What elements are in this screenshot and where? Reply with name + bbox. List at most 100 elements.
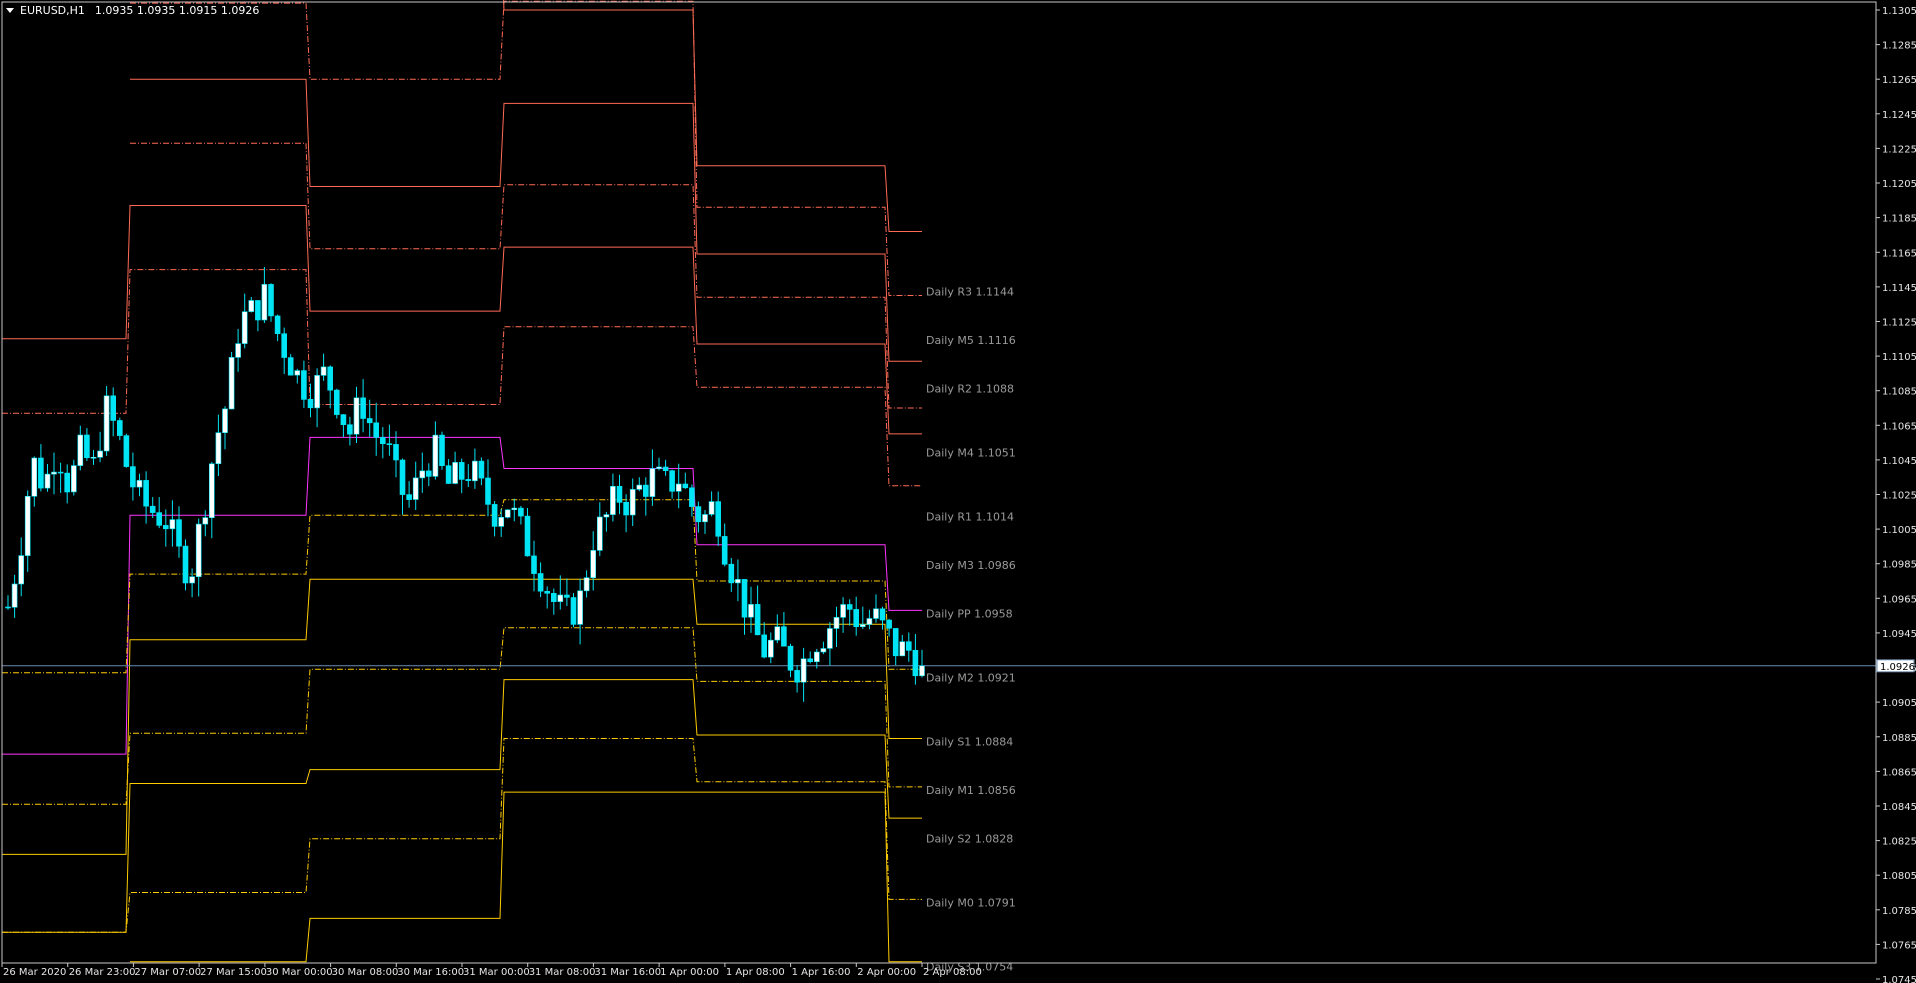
candle-body xyxy=(215,432,222,465)
candle-body xyxy=(741,579,748,618)
candle-body xyxy=(241,311,248,344)
candle-body xyxy=(103,395,110,452)
candle-body xyxy=(419,470,426,479)
candle-body xyxy=(77,434,84,466)
y-tick-label: 1.1025 xyxy=(1882,491,1916,502)
x-tick-label: 26 Mar 23:00 xyxy=(69,967,136,978)
candle-body xyxy=(761,634,768,658)
candle-body xyxy=(642,484,649,497)
y-tick-label: 1.1285 xyxy=(1882,41,1916,52)
symbol-label: EURUSD,H1 xyxy=(20,4,85,17)
candle-body xyxy=(340,414,347,426)
candle-body xyxy=(511,507,518,511)
x-tick-label: 30 Mar 08:00 xyxy=(332,967,399,978)
level-label-m4: Daily M4 1.1051 xyxy=(926,447,1016,460)
x-tick-label: 1 Apr 08:00 xyxy=(726,967,785,978)
candle-body xyxy=(90,456,97,459)
candle-body xyxy=(774,626,781,641)
chart-header: EURUSD,H1 1.0935 1.0935 1.0915 1.0926 xyxy=(6,4,259,17)
candle-body xyxy=(813,651,820,662)
candle-body xyxy=(366,418,373,424)
candle-body xyxy=(11,583,18,608)
candle-body xyxy=(550,592,557,602)
candle-body xyxy=(610,485,616,515)
candle-body xyxy=(287,357,294,376)
candle-body xyxy=(583,577,590,592)
candle-body xyxy=(577,590,583,625)
candle-body xyxy=(682,483,689,489)
y-tick-label: 1.1085 xyxy=(1882,387,1916,398)
candle-body xyxy=(603,514,610,518)
x-tick-label: 27 Mar 15:00 xyxy=(200,967,267,978)
candle-body xyxy=(866,618,873,625)
candle-body xyxy=(97,450,103,458)
candle-body xyxy=(669,470,675,492)
y-tick-label: 1.1205 xyxy=(1882,179,1916,190)
candle-body xyxy=(399,459,406,495)
candle-body xyxy=(629,489,636,516)
y-tick-label: 1.0965 xyxy=(1882,594,1916,605)
y-tick-label: 1.0845 xyxy=(1882,802,1916,813)
y-tick-label: 1.0805 xyxy=(1882,871,1916,882)
x-tick-label: 31 Mar 00:00 xyxy=(463,967,530,978)
candle-body xyxy=(465,479,472,481)
candle-body xyxy=(261,284,268,321)
candle-body xyxy=(406,494,412,500)
candle-body xyxy=(222,408,228,433)
candle-body xyxy=(695,506,702,523)
x-tick-label: 27 Mar 07:00 xyxy=(134,967,201,978)
candle-body xyxy=(386,443,393,446)
candle-body xyxy=(57,471,64,474)
level-label-pp: Daily PP 1.0958 xyxy=(926,607,1013,620)
y-tick-label: 1.1045 xyxy=(1882,456,1916,467)
candle-body xyxy=(24,495,31,556)
candle-body xyxy=(873,608,879,619)
y-tick-label: 1.0885 xyxy=(1882,733,1916,744)
candle-body xyxy=(71,465,77,493)
candle-body xyxy=(393,444,399,461)
candle-body xyxy=(143,480,149,507)
x-tick-label: 30 Mar 16:00 xyxy=(397,967,464,978)
level-label-r3: Daily R3 1.1144 xyxy=(926,286,1014,299)
candle-body xyxy=(840,604,846,618)
candle-body xyxy=(18,555,25,585)
y-tick-label: 1.1145 xyxy=(1882,283,1916,294)
level-label-s1: Daily S1 1.0884 xyxy=(926,736,1013,749)
y-tick-label: 1.1065 xyxy=(1882,421,1916,432)
candle-body xyxy=(649,468,656,497)
price-chart[interactable]: Daily R3 1.1144 Daily M5 1.1116 Daily R2 1… xyxy=(0,0,1916,983)
candle-body xyxy=(314,375,320,409)
candle-body xyxy=(623,501,629,516)
candle-body xyxy=(518,507,524,517)
y-tick-label: 1.0785 xyxy=(1882,906,1916,917)
candle-body xyxy=(544,590,551,594)
x-tick-label: 26 Mar 2020 xyxy=(3,967,66,978)
candle-body xyxy=(715,501,722,537)
candle-body xyxy=(373,422,380,438)
x-tick-label: 1 Apr 00:00 xyxy=(660,967,719,978)
y-tick-label: 1.0765 xyxy=(1882,940,1916,951)
candle-body xyxy=(485,477,491,505)
candle-body xyxy=(439,434,445,467)
level-label-m3: Daily M3 1.0986 xyxy=(926,559,1016,572)
level-label-m1: Daily M1 1.0856 xyxy=(926,784,1016,797)
y-tick-label: 1.0985 xyxy=(1882,560,1916,571)
candle-body xyxy=(149,505,156,513)
candle-body xyxy=(800,658,807,683)
candle-body xyxy=(735,579,741,584)
candle-body xyxy=(879,608,886,621)
candle-body xyxy=(432,434,439,477)
candle-body xyxy=(452,462,458,484)
candle-body xyxy=(51,471,57,475)
candle-body xyxy=(360,397,366,419)
dropdown-triangle-icon[interactable] xyxy=(6,8,14,13)
candle-body xyxy=(702,514,708,523)
candle-body xyxy=(235,343,241,358)
candle-body xyxy=(524,515,531,557)
candle-body xyxy=(458,462,465,480)
y-tick-label: 1.1125 xyxy=(1882,318,1916,329)
candle-body xyxy=(557,594,564,602)
candle-body xyxy=(84,434,90,459)
candle-body xyxy=(130,466,136,488)
candle-body xyxy=(136,480,143,488)
